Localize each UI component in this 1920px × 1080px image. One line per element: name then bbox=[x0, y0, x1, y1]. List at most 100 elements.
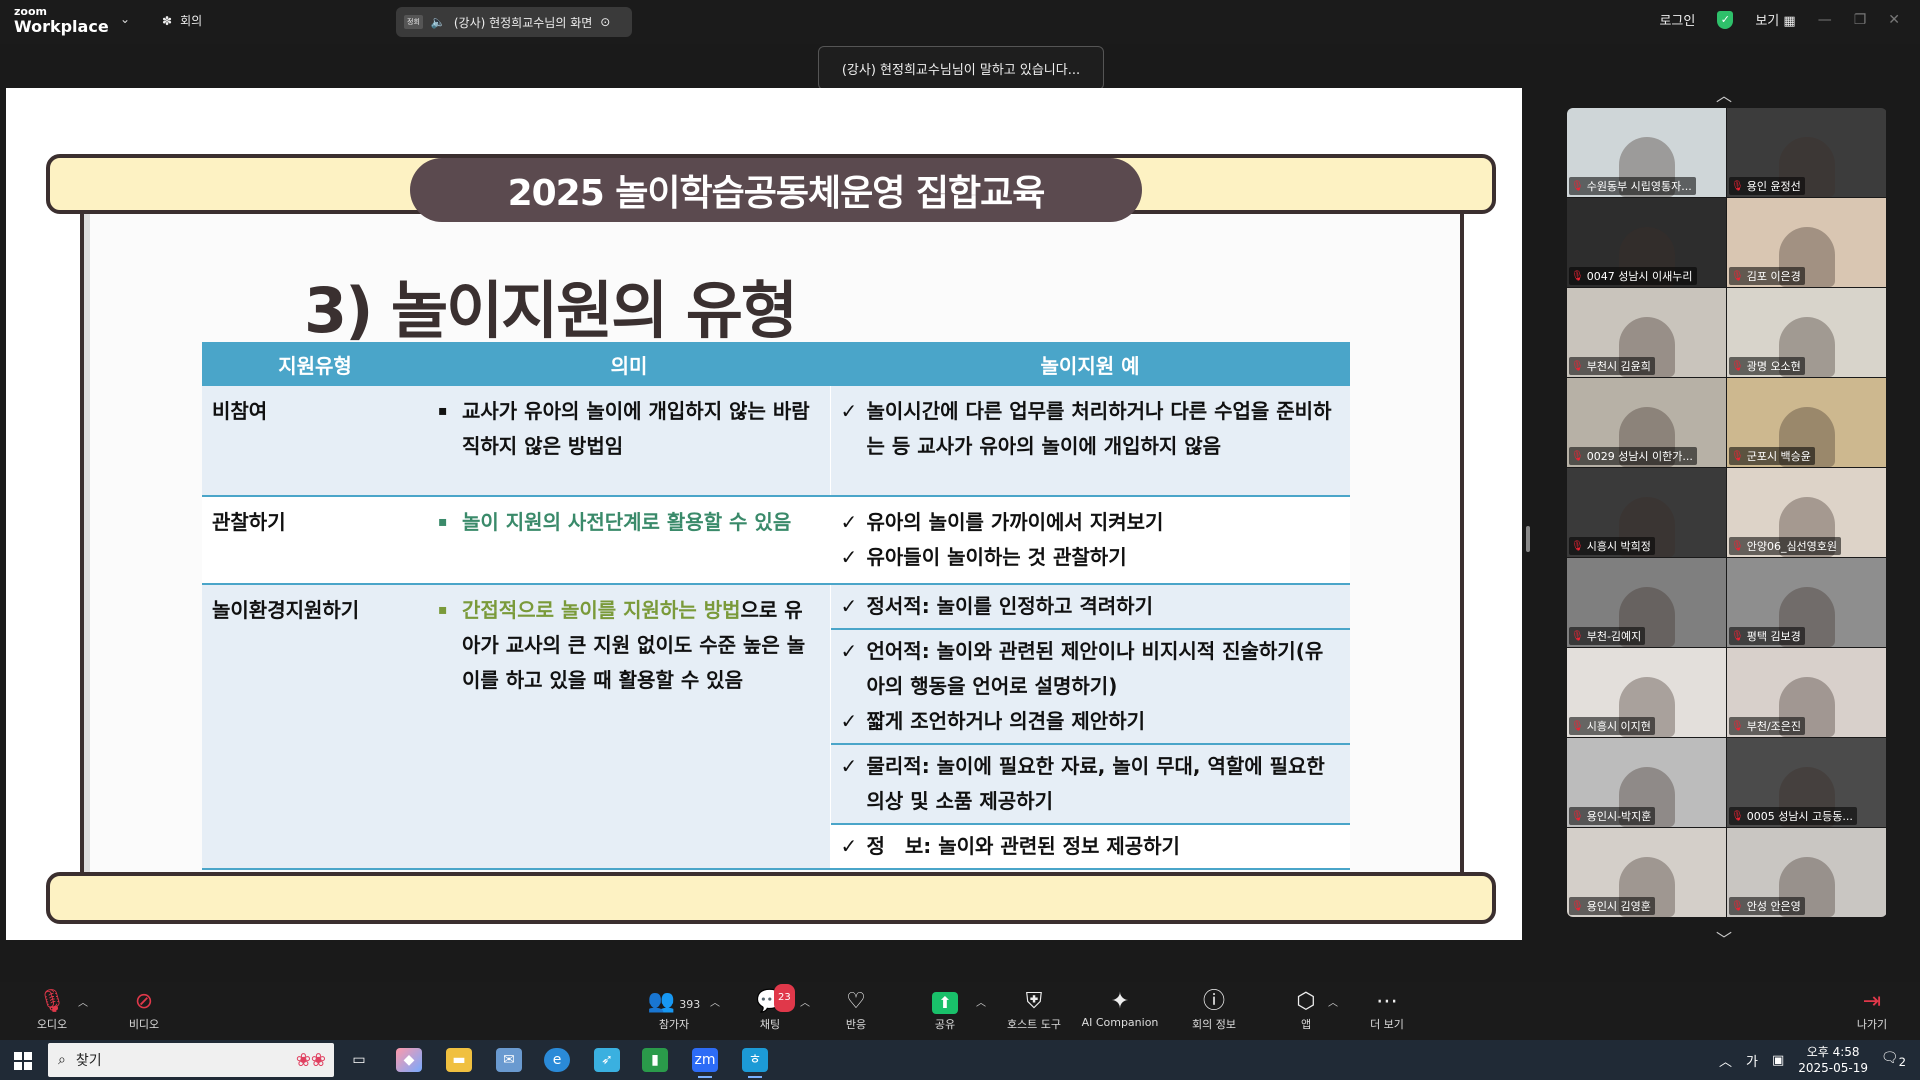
participant-tile[interactable]: 🎙 부천/조은진 bbox=[1727, 648, 1886, 737]
security-shield-icon[interactable]: ✓ bbox=[1717, 10, 1734, 29]
participant-tile[interactable]: 🎙 0029 성남시 이한가... bbox=[1567, 378, 1726, 467]
participant-tile[interactable]: 🎙 수원동부 시립영통자... bbox=[1567, 108, 1726, 197]
tray-expand-icon[interactable]: ︿ bbox=[1719, 1051, 1732, 1070]
audio-label: 오디오 bbox=[36, 1018, 68, 1031]
screen-share-indicator[interactable]: 정회 🔈 (강사) 현정희교수님의 화면 ⊙ bbox=[396, 7, 632, 37]
participant-tile[interactable]: 🎙 용인 윤정선 bbox=[1727, 108, 1886, 197]
zoom-workplace-logo[interactable]: zoom Workplace bbox=[14, 6, 109, 35]
table-row: 비참여 교사가 유아의 놀이에 개입하지 않는 바람직하지 않은 방법임 놀이시… bbox=[202, 386, 1350, 496]
chat-icon: 💬 23 bbox=[734, 984, 806, 1016]
login-button[interactable]: 로그인 bbox=[1659, 10, 1695, 29]
apps-caret[interactable]: ︿ bbox=[1328, 994, 1338, 1009]
hwp-taskbar-icon[interactable]: ㅎ bbox=[742, 1048, 768, 1078]
reactions-label: 반응 bbox=[845, 1018, 867, 1031]
mic-muted-icon: 🎙 bbox=[1731, 630, 1744, 642]
close-icon[interactable]: ✕ bbox=[1888, 12, 1900, 28]
ai-companion-button[interactable]: ✦ AI Companion bbox=[1076, 988, 1164, 1029]
paw-icon: ✽ bbox=[162, 13, 173, 28]
search-placeholder: 찾기 bbox=[75, 1053, 102, 1069]
participants-button[interactable]: 👥 393 참가자 bbox=[626, 988, 722, 1032]
example-item: 유아의 놀이를 가까이에서 지켜보기 bbox=[841, 505, 1341, 540]
host-tools-button[interactable]: ⛨ 호스트 도구 bbox=[996, 988, 1072, 1032]
bird2-app-icon[interactable]: ➶ bbox=[594, 1048, 620, 1072]
participant-name-label: 🎙 시흥시 박희정 bbox=[1569, 537, 1655, 555]
clock-time: 오후 4:58 bbox=[1806, 1045, 1860, 1059]
zoom-taskbar-icon[interactable]: zm bbox=[692, 1048, 718, 1078]
copilot-icon[interactable]: ◆ bbox=[396, 1048, 422, 1072]
file-explorer-icon[interactable]: ▬ bbox=[446, 1048, 472, 1072]
participant-tile[interactable]: 🎙 부천-김예지 bbox=[1567, 558, 1726, 647]
taskbar-clock[interactable]: 오후 4:58 2025-05-19 bbox=[1798, 1044, 1868, 1076]
task-view-icon[interactable]: ▭ bbox=[346, 1048, 372, 1072]
ime-indicator[interactable]: 가 bbox=[1746, 1051, 1758, 1070]
windows-taskbar: ⌕ 찾기 ❀❀ ▭ ◆ ▬ ✉ e ➶ ▮ zm ㅎ ︿ 가 ▣ 오후 4:58… bbox=[0, 1040, 1920, 1080]
participant-gallery: 🎙 수원동부 시립영통자... 🎙 용인 윤정선 🎙 0047 성남시 이새누리 🎙 김포 이… bbox=[1567, 108, 1887, 917]
maximize-icon[interactable]: ❐ bbox=[1854, 12, 1867, 28]
support-type: 비참여 bbox=[202, 386, 428, 496]
chart-app-icon[interactable]: ▮ bbox=[642, 1048, 668, 1072]
more-label: 더 보기 bbox=[1370, 1018, 1404, 1031]
gallery-scroll-down-icon[interactable]: ﹀ bbox=[1716, 926, 1732, 950]
participant-tile[interactable]: 🎙 김포 이은경 bbox=[1727, 198, 1886, 287]
video-button[interactable]: ⊘ 비디오 bbox=[108, 988, 180, 1032]
participants-icon: 👥 393 bbox=[647, 989, 701, 1014]
participant-tile[interactable]: 🎙 군포시 백승윤 bbox=[1727, 378, 1886, 467]
view-button[interactable]: 보기 ▦ bbox=[1755, 10, 1795, 29]
leave-icon: ⇥ bbox=[1862, 989, 1882, 1014]
example-group: 물리적: 놀이에 필요한 자료, 놀이 무대, 역할에 필요한 의상 및 소품 … bbox=[830, 745, 1350, 825]
participant-tile[interactable]: 🎙 0005 성남시 고등동... bbox=[1727, 738, 1886, 827]
participant-tile[interactable]: 🎙 안성 안은영 bbox=[1727, 828, 1886, 917]
meeting-info-button[interactable]: ⓘ 회의 정보 bbox=[1178, 988, 1250, 1032]
participant-tile[interactable]: 🎙 시흥시 이지현 bbox=[1567, 648, 1726, 737]
chat-button[interactable]: 💬 23 채팅 bbox=[734, 984, 806, 1032]
participant-tile[interactable]: 🎙 용인시-박지훈 bbox=[1567, 738, 1726, 827]
notification-icon[interactable]: 🗨2 bbox=[1881, 1050, 1906, 1069]
more-button[interactable]: ⋯ 더 보기 bbox=[1351, 988, 1423, 1032]
meaning-item: 간접적으로 놀이를 지원하는 방법으로 유아가 교사의 큰 지원 없이도 수준 … bbox=[438, 593, 820, 698]
example-item: 언어적: 놀이와 관련된 제안이나 비지시적 진술하기(유아의 행동을 언어로 … bbox=[841, 634, 1341, 704]
participant-name-label: 🎙 평택 김보경 bbox=[1729, 627, 1805, 645]
video-off-icon: ⊘ bbox=[134, 989, 154, 1014]
participant-tile[interactable]: 🎙 용인시 김영훈 bbox=[1567, 828, 1726, 917]
participants-caret[interactable]: ︿ bbox=[710, 994, 720, 1009]
participant-name: 안성 안은영 bbox=[1746, 900, 1801, 913]
participant-tile[interactable]: 🎙 부천시 김윤희 bbox=[1567, 288, 1726, 377]
mic-muted-icon: 🎙 bbox=[1731, 810, 1744, 822]
mic-muted-icon: 🎙 bbox=[1731, 720, 1744, 732]
participant-name-label: 🎙 용인시 김영훈 bbox=[1569, 897, 1655, 915]
example-group: 언어적: 놀이와 관련된 제안이나 비지시적 진술하기(유아의 행동을 언어로 … bbox=[830, 630, 1350, 745]
scroll-bottom-frame bbox=[46, 872, 1496, 924]
reactions-button[interactable]: ♡ 반응 bbox=[820, 988, 892, 1032]
chevron-down-icon[interactable]: ⌄ bbox=[120, 12, 130, 26]
windows-start-icon[interactable] bbox=[14, 1052, 32, 1070]
participant-tile[interactable]: 🎙 광명 오소현 bbox=[1727, 288, 1886, 377]
chat-caret[interactable]: ︿ bbox=[800, 994, 810, 1009]
participant-name: 부천시 김윤희 bbox=[1586, 360, 1651, 373]
top-right-controls: 로그인 ✓ 보기 ▦ — ❐ ✕ bbox=[1659, 10, 1900, 29]
participant-name-label: 🎙 김포 이은경 bbox=[1729, 267, 1805, 285]
more-options-icon[interactable]: ⊙ bbox=[600, 15, 610, 29]
participant-tile[interactable]: 🎙 0047 성남시 이새누리 bbox=[1567, 198, 1726, 287]
participant-tile[interactable]: 🎙 시흥시 박희정 bbox=[1567, 468, 1726, 557]
mic-muted-icon: 🎙 bbox=[1571, 810, 1584, 822]
leave-button[interactable]: ⇥ 나가기 bbox=[1836, 988, 1908, 1032]
participant-name-label: 🎙 광명 오소현 bbox=[1729, 357, 1805, 375]
participant-tile[interactable]: 🎙 평택 김보경 bbox=[1727, 558, 1886, 647]
example-item: 유아들이 놀이하는 것 관찰하기 bbox=[841, 540, 1341, 575]
meeting-tab[interactable]: ✽ 회의 bbox=[162, 12, 202, 29]
view-label: 보기 bbox=[1755, 14, 1780, 29]
gallery-scroll-up-icon[interactable]: ︿ bbox=[1716, 82, 1732, 106]
participant-tile[interactable]: 🎙 안양06_심선영호원 bbox=[1727, 468, 1886, 557]
panel-resize-handle[interactable] bbox=[1526, 526, 1530, 552]
bird-app-icon[interactable]: ✉ bbox=[496, 1048, 522, 1072]
support-type: 관찰하기 bbox=[202, 495, 428, 585]
audio-options-caret[interactable]: ︿ bbox=[78, 994, 88, 1009]
edge-icon[interactable]: e bbox=[544, 1048, 570, 1072]
search-icon: ⌕ bbox=[58, 1052, 66, 1068]
mic-muted-icon: 🎙 bbox=[1571, 270, 1584, 282]
share-caret[interactable]: ︿ bbox=[976, 994, 986, 1009]
share-button[interactable]: ⬆ 공유 bbox=[909, 988, 981, 1032]
minimize-icon[interactable]: — bbox=[1818, 12, 1832, 28]
network-icon[interactable]: ▣ bbox=[1772, 1053, 1784, 1068]
taskbar-search[interactable]: ⌕ 찾기 ❀❀ bbox=[48, 1043, 334, 1077]
